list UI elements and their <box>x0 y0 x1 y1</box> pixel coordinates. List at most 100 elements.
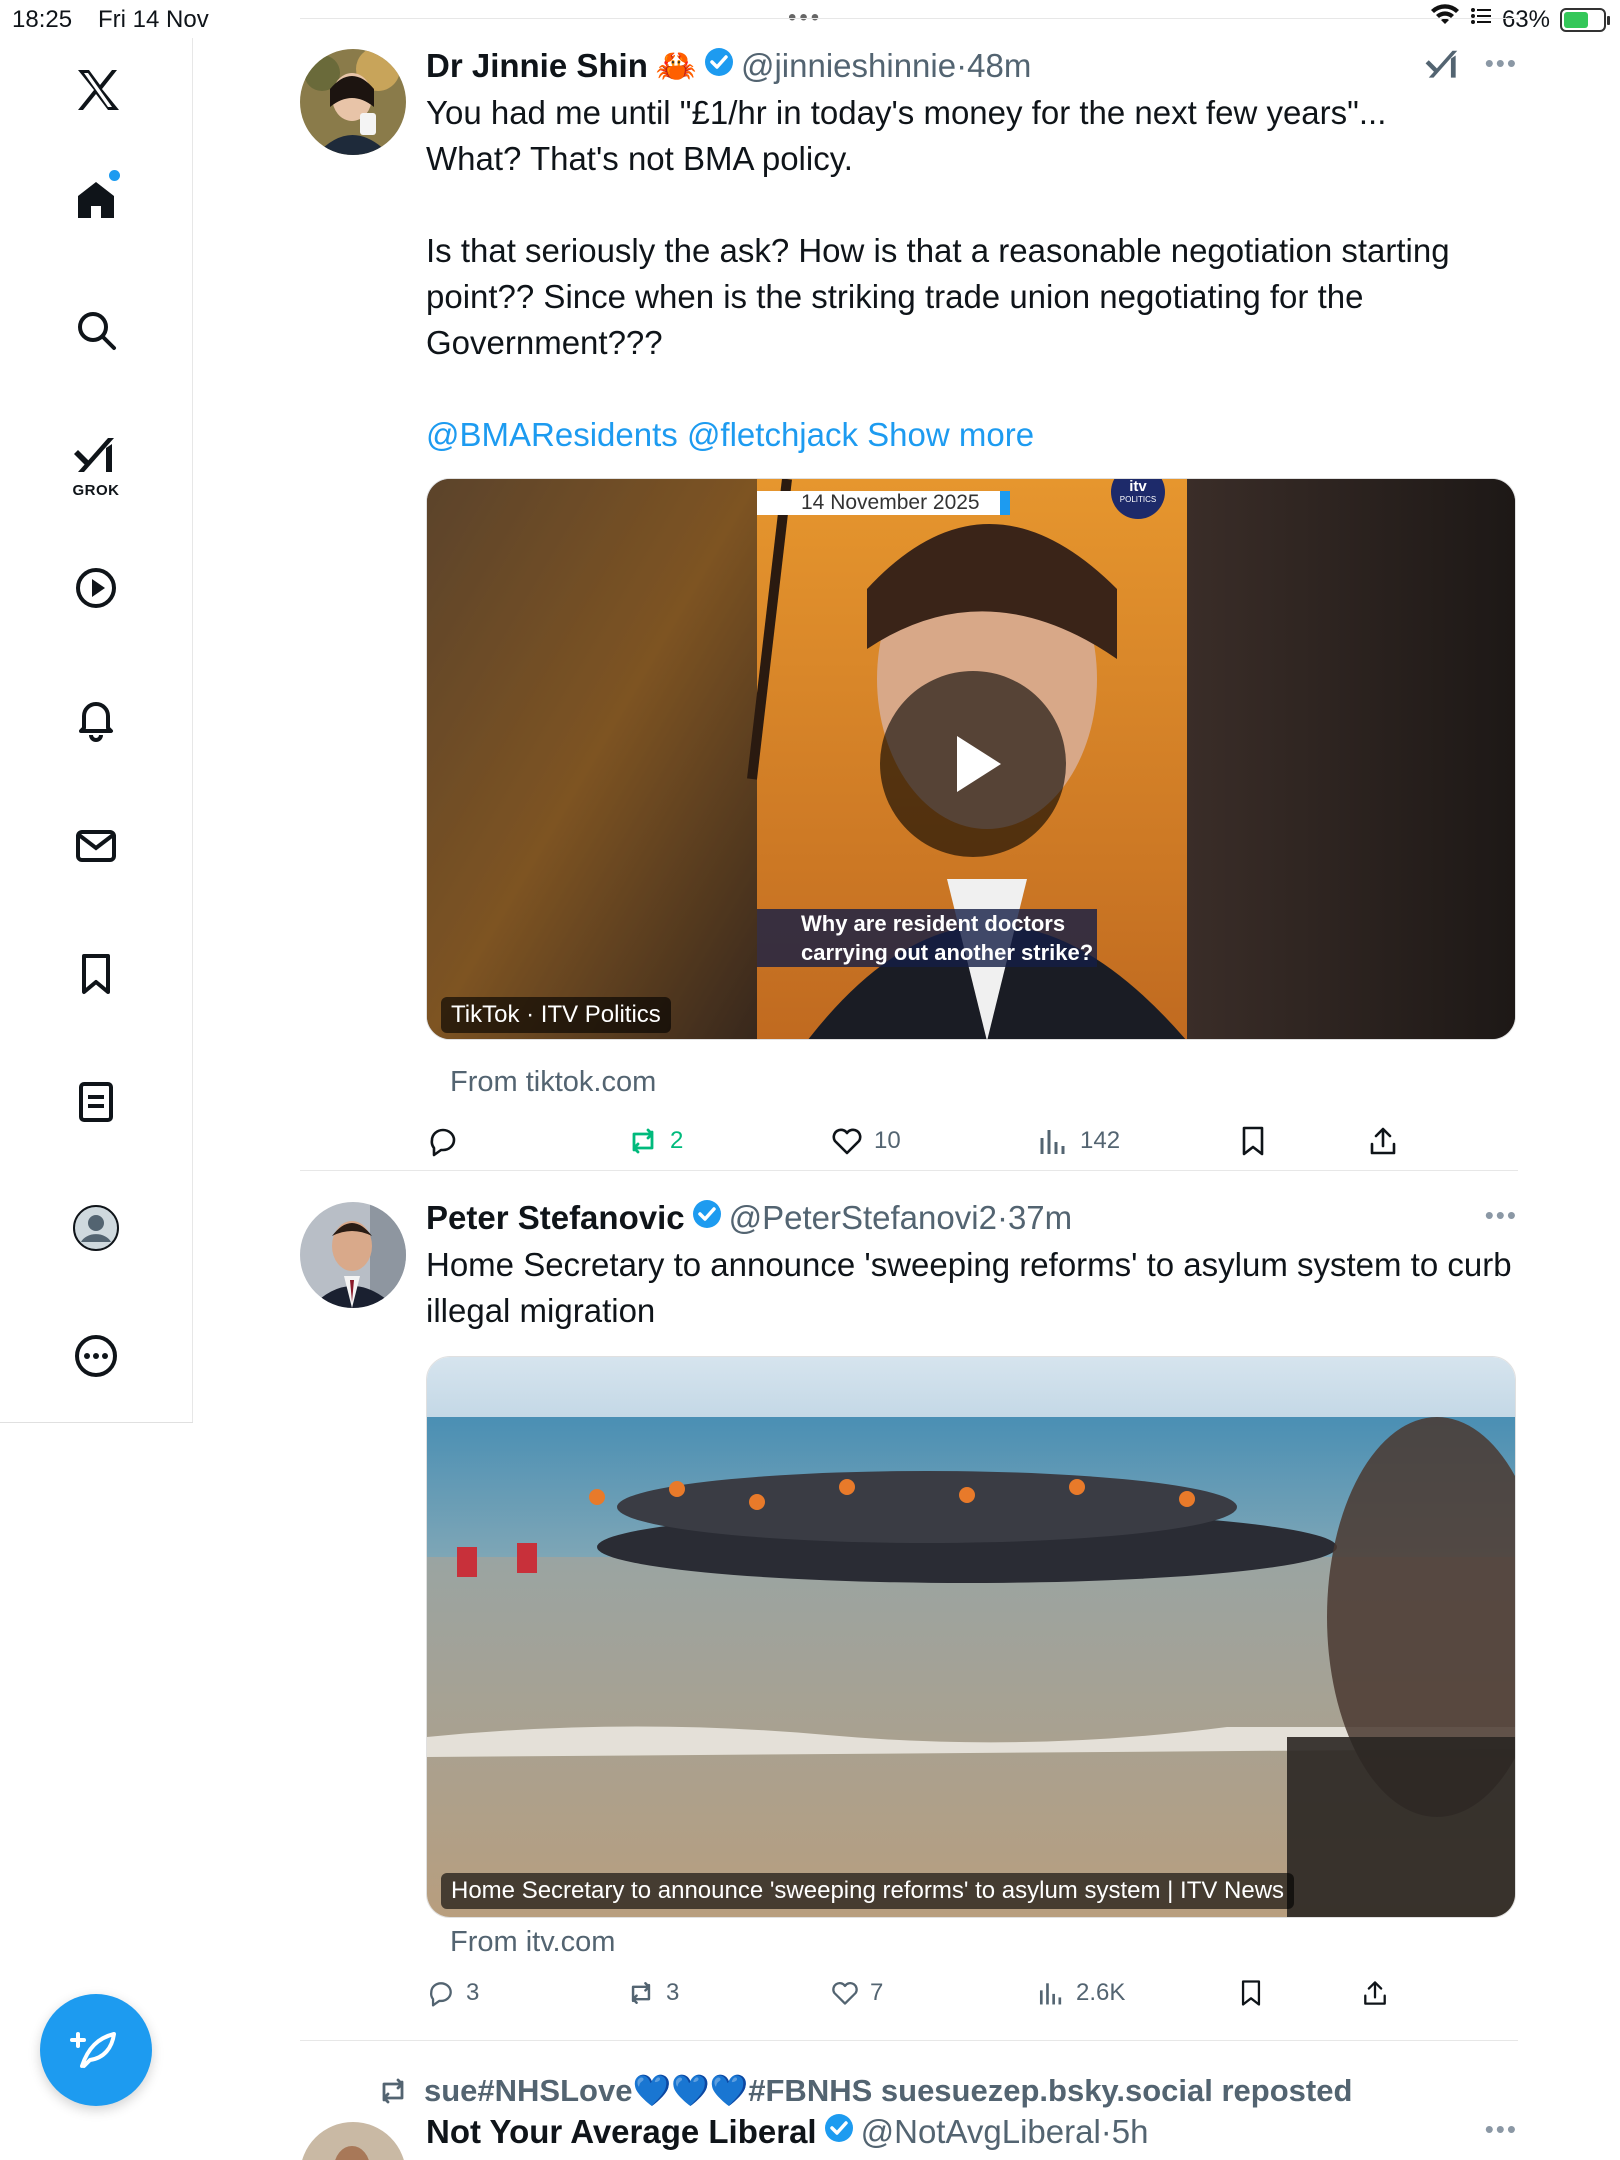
avatar[interactable] <box>300 49 406 155</box>
play-button[interactable] <box>880 671 1066 857</box>
views-count: 142 <box>1080 1127 1121 1154</box>
lists-icon[interactable] <box>66 1072 126 1132</box>
views-button[interactable]: 142 <box>1036 1124 1120 1158</box>
tweet-actions: 2 10 142 <box>426 1124 1516 1170</box>
like-count: 7 <box>870 1979 884 2006</box>
feed-top-divider <box>300 18 1518 19</box>
crab-emoji: 🦀 <box>655 46 697 84</box>
video-subtitle-line2: carrying out another strike? <box>801 940 1094 965</box>
bookmark-button[interactable] <box>1236 1978 1266 2008</box>
repost-context[interactable]: sue#NHSLove💙💙💙#FBNHS suesuezep.bsky.soci… <box>376 2072 1352 2109</box>
share-button[interactable] <box>1360 1978 1390 2008</box>
battery-percent: 63% <box>1501 5 1550 33</box>
tweet-divider <box>300 1170 1518 1171</box>
itv-logo-subtext: POLITICS <box>1119 495 1157 504</box>
compose-feather-icon <box>70 2032 116 2068</box>
link-source[interactable]: From itv.com <box>450 1926 615 1959</box>
author-name[interactable]: Not Your Average Liberal <box>426 2113 817 2151</box>
grok-icon <box>74 437 114 472</box>
views-button[interactable]: 2.6K <box>1036 1978 1125 2008</box>
reposted-by-text: sue#NHSLove💙💙💙#FBNHS suesuezep.bsky.soci… <box>424 2073 1353 2108</box>
focus-list-icon <box>1470 5 1492 34</box>
verified-badge-icon <box>823 2112 855 2152</box>
verified-badge-icon <box>691 1198 723 1238</box>
video-date-label: 14 November 2025 <box>757 491 1010 515</box>
heart-icon <box>832 1128 862 1155</box>
status-bar: 18:25 Fri 14 Nov ••• 63% <box>0 0 1620 38</box>
bookmark-icon <box>1242 1126 1264 1156</box>
tweet-header: Peter Stefanovic @PeterStefanovi2 · 37m <box>426 1198 1072 1238</box>
grok-explain-icon[interactable] <box>1424 46 1462 89</box>
author-name[interactable]: Dr Jinnie Shin <box>426 47 648 85</box>
avatar[interactable] <box>300 1202 406 1308</box>
author-handle[interactable]: @NotAvgLiberal <box>861 2113 1101 2151</box>
more-options-icon[interactable]: ••• <box>1485 2114 1518 2145</box>
messages-icon[interactable] <box>66 816 126 876</box>
video-subtitle-line1: Why are resident doctors <box>801 911 1066 936</box>
reply-button[interactable]: 3 <box>426 1978 479 2008</box>
like-button[interactable]: 10 <box>830 1124 901 1158</box>
repost-icon <box>631 1982 651 2004</box>
separator: · <box>1100 2113 1112 2150</box>
tweet-actions: 3 3 7 2.6K <box>426 1978 1516 2024</box>
timestamp[interactable]: 48m <box>967 47 1031 85</box>
tweet-text-paragraph2: Is that seriously the ask? How is that a… <box>426 232 1450 361</box>
share-button[interactable] <box>1366 1124 1400 1158</box>
tweet-jinnie-shin[interactable]: Dr Jinnie Shin 🦀 @jinnieshinnie · 48m ••… <box>300 46 1518 1170</box>
home-notification-dot <box>109 170 120 181</box>
tweet-not-your-average-liberal[interactable]: Not Your Average Liberal @NotAvgLiberal … <box>300 2112 1518 2160</box>
link-card-image[interactable]: Home Secretary to announce 'sweeping ref… <box>426 1356 1516 1918</box>
battery-level <box>1564 11 1588 28</box>
more-options-icon[interactable]: ••• <box>1485 1200 1518 1231</box>
more-options-icon[interactable] <box>66 1326 126 1386</box>
profile-avatar-icon[interactable] <box>66 1198 126 1258</box>
like-button[interactable]: 7 <box>830 1978 883 2008</box>
bookmarks-icon[interactable] <box>66 944 126 1004</box>
link-source[interactable]: From tiktok.com <box>450 1066 656 1099</box>
author-handle[interactable]: @jinnieshinnie <box>741 47 956 85</box>
reply-button[interactable] <box>426 1124 460 1158</box>
grok-nav[interactable]: GROK <box>66 425 126 505</box>
search-icon[interactable] <box>66 300 126 360</box>
x-logo-icon[interactable] <box>66 60 126 120</box>
author-name[interactable]: Peter Stefanovic <box>426 1199 685 1237</box>
repost-count: 2 <box>670 1127 684 1154</box>
views-chart-icon <box>1040 1130 1065 1154</box>
repost-icon <box>632 1128 654 1154</box>
timestamp[interactable]: 5h <box>1112 2113 1149 2151</box>
repost-button[interactable]: 2 <box>626 1124 683 1158</box>
timestamp[interactable]: 37m <box>1008 1199 1072 1237</box>
reply-count: 3 <box>466 1979 480 2006</box>
separator: · <box>956 47 968 84</box>
notifications-icon[interactable] <box>66 688 126 748</box>
separator: · <box>996 1199 1008 1236</box>
tweet-text: Home Secretary to announce 'sweeping ref… <box>426 1246 1512 1329</box>
author-handle[interactable]: @PeterStefanovi2 <box>729 1199 997 1237</box>
bookmark-button[interactable] <box>1236 1124 1270 1158</box>
battery-icon <box>1560 7 1610 32</box>
video-media[interactable]: 14 November 2025 itv POLITICS Why are re… <box>426 478 1516 1040</box>
more-options-icon[interactable]: ••• <box>1485 48 1518 79</box>
like-count: 10 <box>874 1127 901 1154</box>
video-subtitle: Why are resident doctors carrying out an… <box>757 909 1097 967</box>
tweet-header: Dr Jinnie Shin 🦀 @jinnieshinnie · 48m <box>426 46 1031 86</box>
asylum-boat-photo <box>427 1357 1515 1917</box>
home-icon[interactable] <box>66 170 126 230</box>
tweet-header: Not Your Average Liberal @NotAvgLiberal … <box>426 2112 1149 2152</box>
sidebar-divider <box>0 1422 193 1423</box>
avatar[interactable] <box>300 2122 406 2160</box>
compose-post-button[interactable] <box>40 1994 152 2106</box>
wifi-icon <box>1430 4 1460 35</box>
repost-button[interactable]: 3 <box>626 1978 679 2008</box>
verified-badge-icon <box>703 46 735 86</box>
tweet-text-line2: What? That's not BMA policy. <box>426 140 853 177</box>
status-date: Fri 14 Nov <box>98 6 209 33</box>
video-icon[interactable] <box>66 558 126 618</box>
tweet-peter-stefanovic[interactable]: Peter Stefanovic @PeterStefanovi2 · 37m … <box>300 1198 1518 2038</box>
grok-label: GROK <box>72 481 120 499</box>
reply-icon <box>430 1128 456 1157</box>
mention-link[interactable]: @fletchjack <box>687 416 858 453</box>
mention-link[interactable]: @BMAResidents <box>426 416 678 453</box>
show-more-link[interactable]: Show more <box>867 416 1034 453</box>
tweet-divider <box>300 2040 1518 2041</box>
